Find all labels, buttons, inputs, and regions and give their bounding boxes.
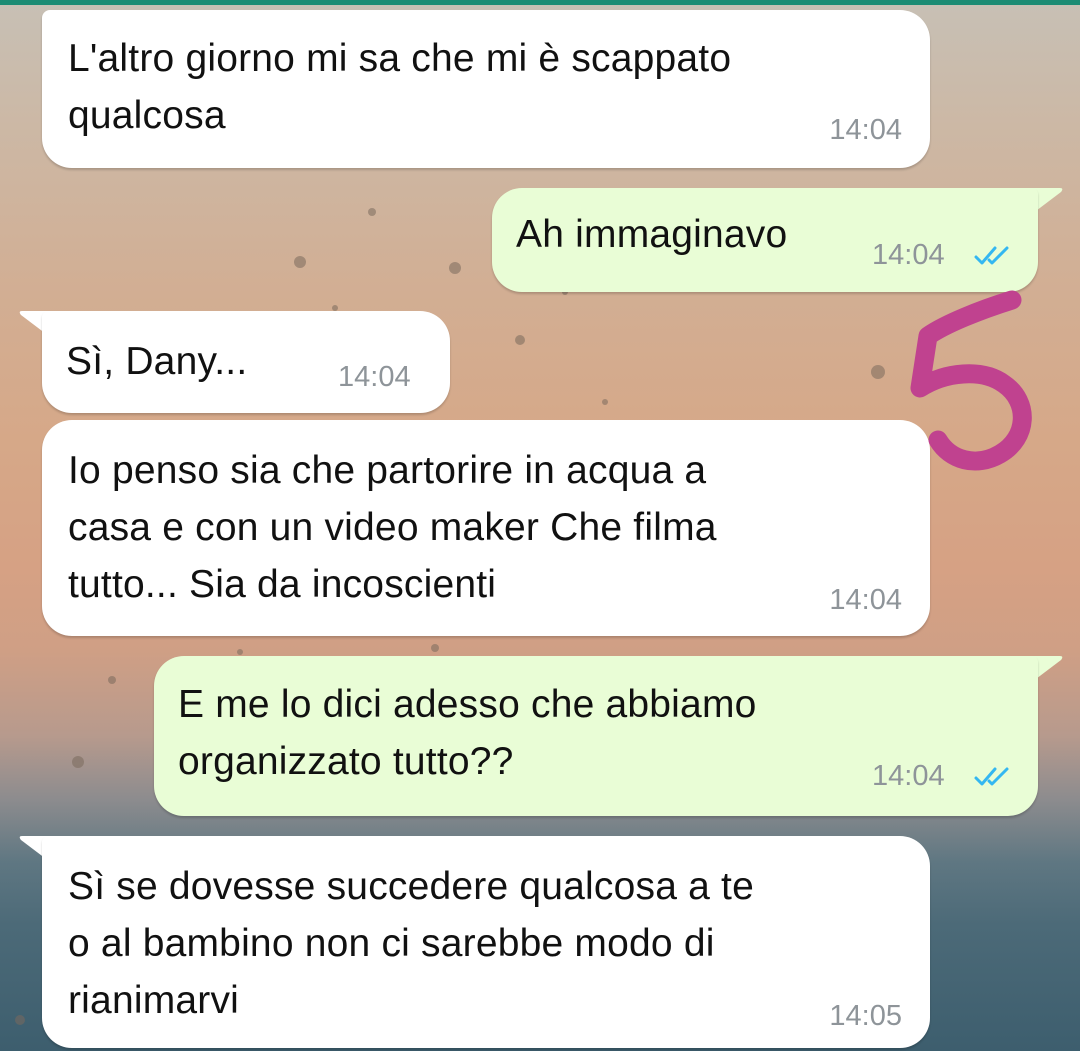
message-timestamp: 14:04: [338, 361, 411, 393]
message-bubble-incoming[interactable]: Sì, Dany... 14:04: [42, 311, 450, 413]
message-text: Ah immaginavo: [516, 213, 788, 256]
message-bubble-incoming[interactable]: Sì se dovesse succedere qualcosa a te o …: [42, 836, 930, 1048]
message-bubble-incoming[interactable]: Io penso sia che partorire in acqua a ca…: [42, 420, 930, 636]
message-text: Io penso sia che partorire in acqua a ca…: [68, 449, 717, 606]
message-bubble-outgoing[interactable]: E me lo dici adesso che abbiamo organizz…: [154, 656, 1038, 816]
message-timestamp: 14:05: [829, 1000, 902, 1032]
message-text: Sì se dovesse succedere qualcosa a te o …: [68, 865, 754, 1022]
message-text: L'altro giorno mi sa che mi è scappato q…: [68, 37, 732, 137]
double-check-icon: [974, 246, 1009, 265]
message-text: Sì, Dany...: [66, 340, 248, 383]
message-timestamp: 14:04: [872, 760, 945, 792]
handwritten-number-annotation: [910, 290, 1032, 471]
double-check-icon: [974, 767, 1009, 786]
message-text: E me lo dici adesso che abbiamo organizz…: [178, 683, 757, 783]
header-bar-edge: [0, 0, 1080, 5]
message-timestamp: 14:04: [829, 584, 902, 616]
message-bubble-incoming[interactable]: L'altro giorno mi sa che mi è scappato q…: [42, 10, 930, 168]
message-bubble-outgoing[interactable]: Ah immaginavo 14:04: [492, 188, 1038, 292]
message-timestamp: 14:04: [872, 239, 945, 271]
message-timestamp: 14:04: [829, 114, 902, 146]
